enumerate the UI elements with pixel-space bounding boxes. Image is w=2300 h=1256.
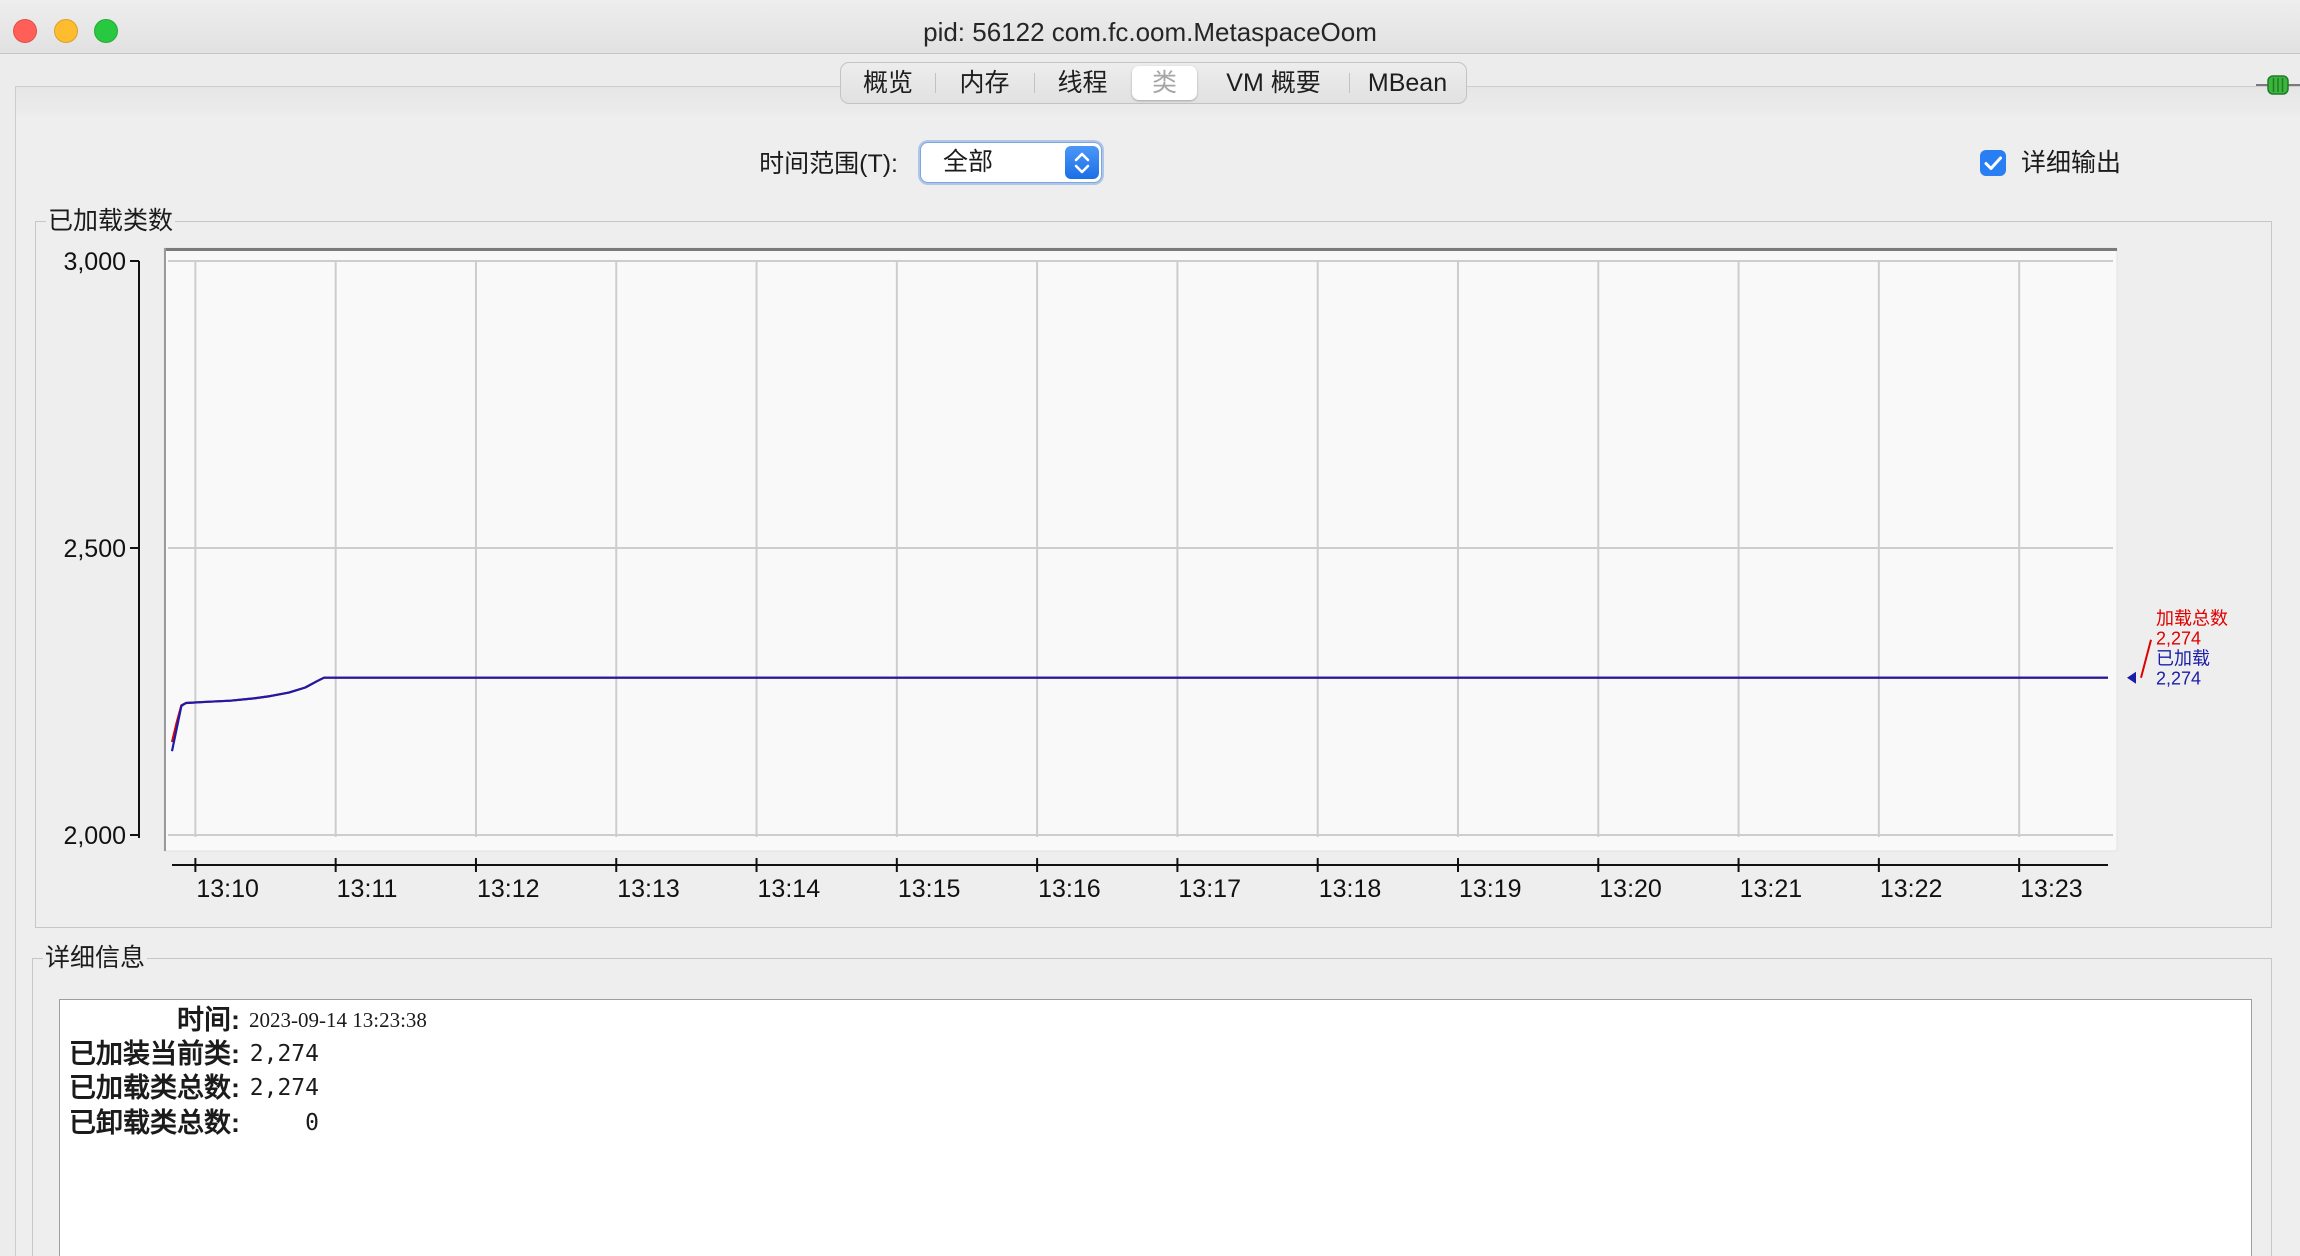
- verbose-output-checkbox[interactable]: [1980, 150, 2006, 176]
- details-row-total-loaded: 已加载类总数: 2,274: [60, 1071, 960, 1105]
- details-text-area[interactable]: 时间: 2023-09-14 13:23:38 已加装当前类: 2,274 已加…: [59, 999, 2252, 1256]
- time-range-dropdown[interactable]: 全部: [920, 142, 1102, 183]
- x-tick-label: 13:19: [1459, 875, 1522, 903]
- loaded-classes-chart: 3,000 2,500 2,000 13:10 13:11 13:12 13:13 13:1…: [63, 247, 2228, 903]
- x-tick-label: 13:12: [477, 875, 540, 903]
- plot-area: [163, 247, 2118, 852]
- details-value: 0: [305, 1110, 319, 1136]
- tab-memory[interactable]: 内存: [935, 63, 1034, 103]
- x-tick-label: 13:14: [758, 875, 821, 903]
- legend: 加载总数2,274已加载2,274: [2127, 609, 2228, 689]
- x-tick-label: 13:23: [2020, 875, 2083, 903]
- chart-root: 3,000 2,500 2,000 13:10 13:11 13:12 13:13 13:1…: [63, 247, 2228, 903]
- x-tick-label: 13:21: [1740, 875, 1803, 903]
- tab-overview[interactable]: 概览: [841, 63, 935, 103]
- details-label: 时间:: [177, 1005, 240, 1035]
- x-tick-label: 13:22: [1880, 875, 1943, 903]
- legend-value-loaded: 2,274: [2156, 669, 2201, 689]
- y-axis-ticks: 3,000 2,500 2,000: [63, 248, 139, 850]
- time-range-label: 时间范围(T):: [759, 150, 898, 178]
- time-range-dropdown-button: [1065, 146, 1099, 179]
- y-tick-label: 3,000: [63, 248, 126, 276]
- time-range-value: 全部: [943, 148, 994, 176]
- y-tick-label: 2,000: [63, 822, 126, 850]
- details-label: 已卸载类总数:: [69, 1108, 240, 1138]
- window-title: pid: 56122 com.fc.oom.MetaspaceOom: [923, 17, 1377, 47]
- details-value: 2,274: [249, 1075, 319, 1101]
- x-tick-label: 13:15: [898, 875, 961, 903]
- legend-name-loaded: 已加载: [2156, 649, 2210, 669]
- connection-toggle-button[interactable]: [2256, 73, 2300, 97]
- details-value: 2,274: [249, 1041, 319, 1067]
- tab-vm-summary[interactable]: VM 概要: [1198, 63, 1349, 103]
- connection-plug-icon: [2256, 75, 2300, 95]
- window-titlebar: pid: 56122 com.fc.oom.MetaspaceOom: [0, 0, 2300, 54]
- details-value: 2023-09-14 13:23:38: [249, 1008, 427, 1032]
- details-group-title: 详细信息: [43, 942, 148, 974]
- x-tick-label: 13:17: [1178, 875, 1241, 903]
- loaded-classes-group-title: 已加载类数: [46, 205, 176, 237]
- chevron-up-down-icon: [1074, 152, 1090, 174]
- x-tick-label: 13:16: [1038, 875, 1101, 903]
- verbose-output-label[interactable]: 详细输出: [2021, 145, 2121, 181]
- details-row-current-loaded: 已加装当前类: 2,274: [60, 1037, 960, 1071]
- details-row-total-unloaded: 已卸载类总数: 0: [60, 1106, 960, 1140]
- tab-threads[interactable]: 线程: [1034, 63, 1131, 103]
- tab-strip: 概览 内存 线程 类 VM 概要 MBean: [840, 62, 1467, 104]
- checkmark-icon: [1984, 156, 2002, 170]
- y-tick-label: 2,500: [63, 535, 126, 563]
- tab-mbean[interactable]: MBean: [1349, 63, 1466, 103]
- tab-classes[interactable]: 类: [1132, 66, 1197, 100]
- legend-name-total-loaded: 加载总数: [2156, 609, 2228, 629]
- legend-marker-loaded: [2127, 671, 2136, 684]
- x-tick-label: 13:11: [337, 875, 398, 903]
- x-tick-label: 13:18: [1319, 875, 1382, 903]
- x-tick-label: 13:10: [196, 875, 259, 903]
- x-tick-label: 13:20: [1599, 875, 1662, 903]
- legend-value-total-loaded: 2,274: [2156, 629, 2201, 649]
- legend-marker-total-loaded: [2140, 639, 2152, 678]
- details-label: 已加装当前类:: [69, 1039, 240, 1069]
- details-label: 已加载类总数:: [69, 1073, 240, 1103]
- x-tick-label: 13:13: [617, 875, 680, 903]
- details-row-time: 时间: 2023-09-14 13:23:38: [60, 1003, 960, 1037]
